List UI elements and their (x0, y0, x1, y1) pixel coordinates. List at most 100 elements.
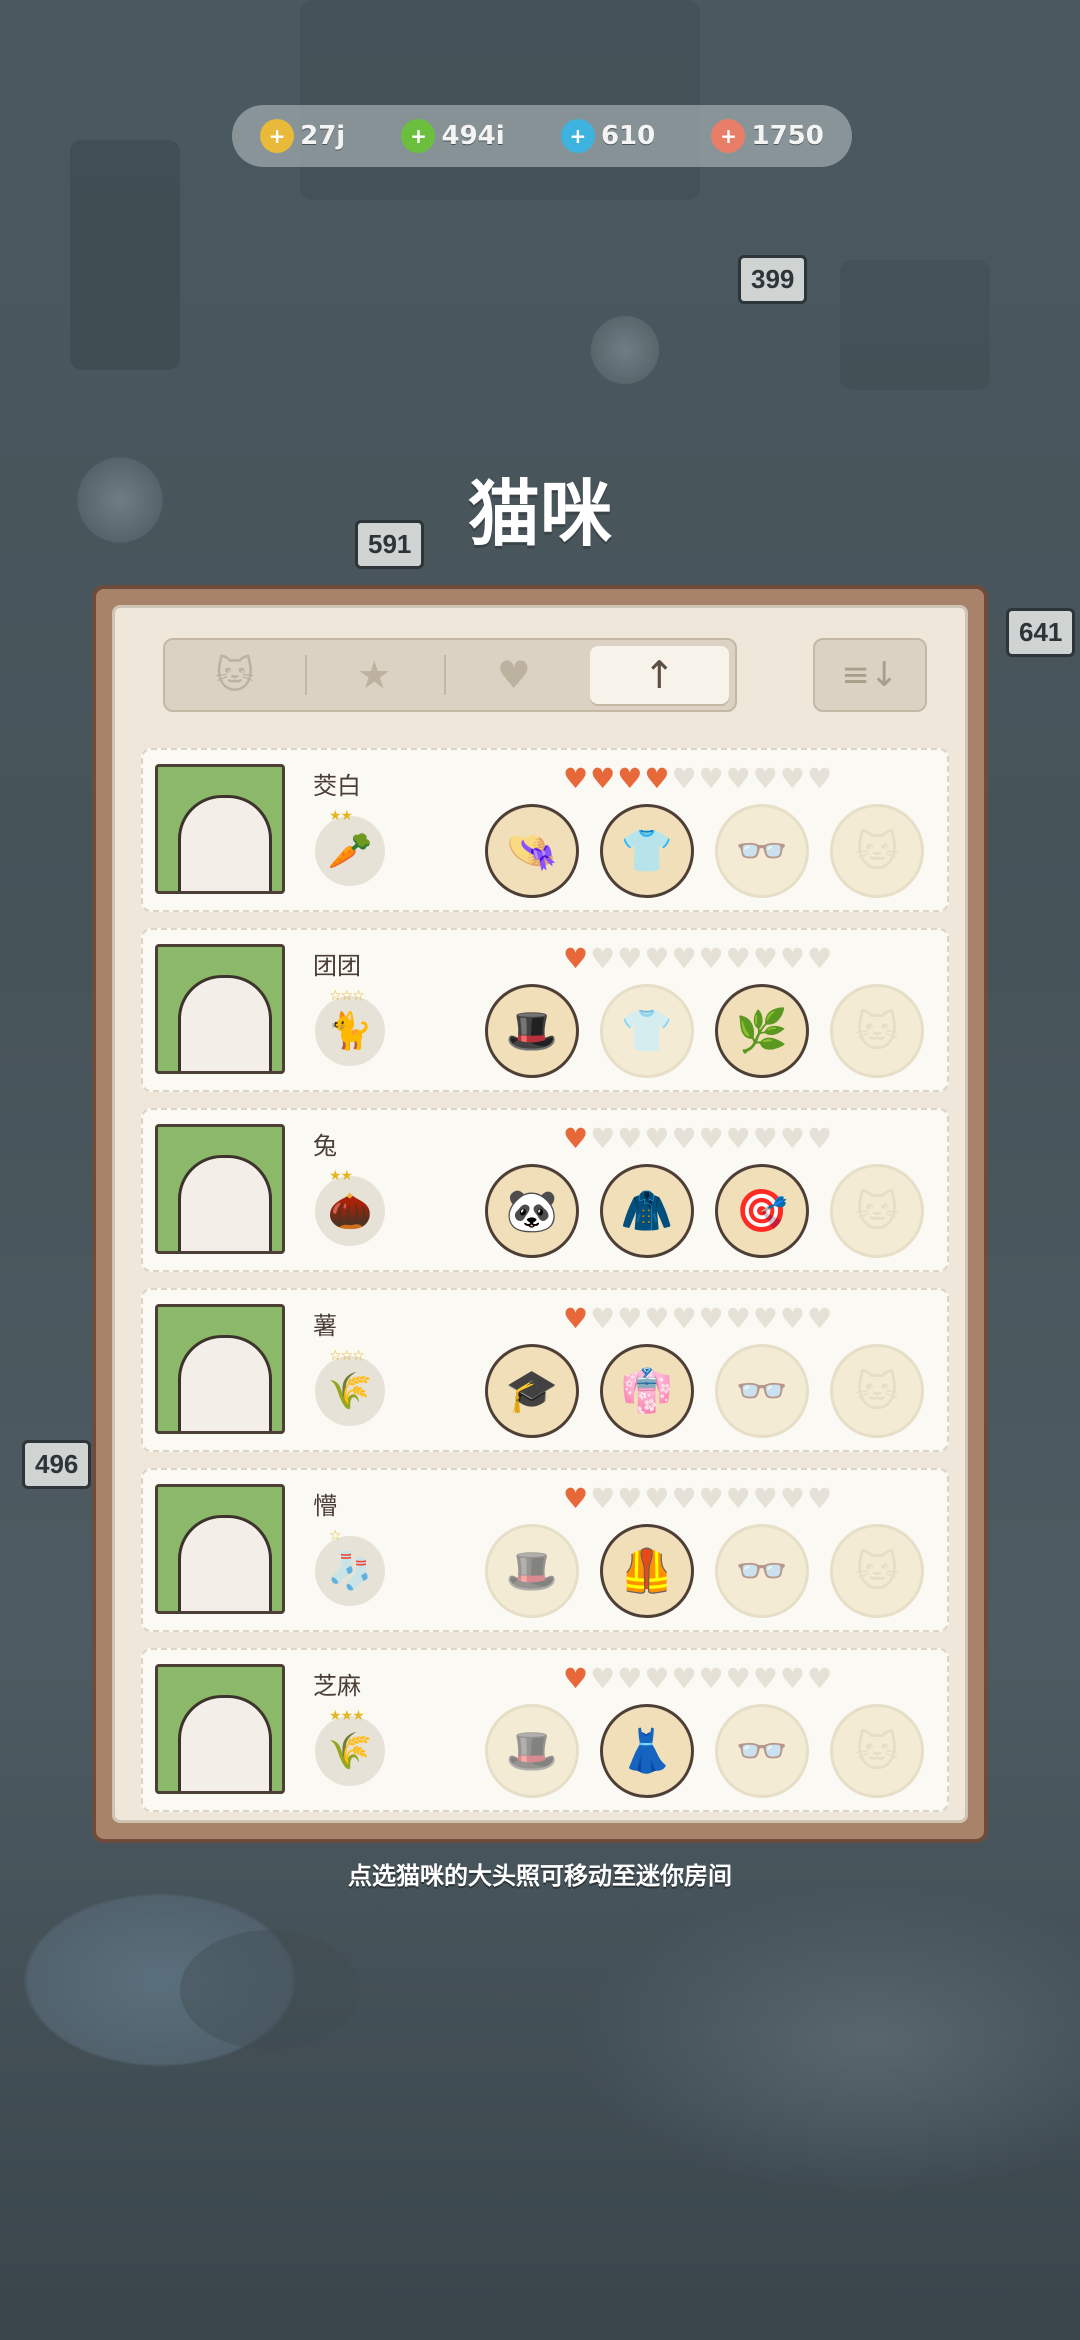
heart-icon: ♥ (671, 762, 697, 795)
background-sign: 496 (22, 1440, 92, 1489)
badge-stars: ☆ (329, 1528, 342, 1544)
heart-icon: ♥ (752, 1302, 778, 1335)
outfit-slot[interactable]: 🐱 (830, 1524, 924, 1618)
heart-icon: ♥ (563, 1302, 589, 1335)
favorite-food-badge: ★★ 🥕 (315, 808, 385, 886)
heart-icon: ♥ (779, 1302, 805, 1335)
currency-lightning[interactable]: +494i (401, 119, 505, 153)
currency-diamond[interactable]: +610 (560, 119, 655, 153)
cat-name: 薯 (313, 1312, 337, 1340)
cat-avatar[interactable] (155, 764, 285, 894)
affection-hearts: ♥ ♥ ♥ ♥ ♥ ♥ ♥ ♥ ♥ ♥ (563, 1122, 832, 1156)
outfit-slot[interactable]: 🧥 (600, 1164, 694, 1258)
pond-decoration (180, 1930, 360, 2050)
cat-row: 茭白 ★★ 🥕 ♥ ♥ ♥ ♥ ♥ ♥ ♥ ♥ ♥ ♥ 👒 👕 👓 🐱 (141, 748, 949, 912)
favorite-food-badge: ☆ 🧦 (315, 1528, 385, 1606)
heart-icon: ♥ (644, 1122, 670, 1155)
affection-hearts: ♥ ♥ ♥ ♥ ♥ ♥ ♥ ♥ ♥ ♥ (563, 762, 832, 796)
cat-avatar[interactable] (155, 1664, 285, 1794)
heart-icon: ♥ (644, 1662, 670, 1695)
outfit-slot[interactable]: 🌿 (715, 984, 809, 1078)
currency-coin[interactable]: +27j (260, 119, 345, 153)
cat-avatar[interactable] (155, 1124, 285, 1254)
heart-icon: ♥ (698, 942, 724, 975)
heart-icon: ♥ (563, 762, 589, 795)
heart-icon: ♥ (590, 762, 616, 795)
sort-icon: ≡↓ (841, 655, 899, 695)
heart-icon: ♥ (590, 942, 616, 975)
outfit-slot[interactable]: 🐼 (485, 1164, 579, 1258)
tab-star[interactable]: ★ (304, 640, 445, 710)
outfit-slot[interactable]: 🎩 (485, 984, 579, 1078)
outfit-slot[interactable]: 🐱 (830, 804, 924, 898)
sort-button[interactable]: ≡↓ (813, 638, 927, 712)
heart-icon: ♥ (563, 1662, 589, 1695)
food-icon: 🥕 (327, 831, 373, 872)
outfit-slot[interactable]: 👕 (600, 804, 694, 898)
heart-icon: ♥ (590, 1122, 616, 1155)
heart-icon: ♥ (590, 1482, 616, 1515)
cat-portrait (178, 975, 272, 1071)
outfit-slot[interactable]: 👓 (715, 1524, 809, 1618)
cat-avatar[interactable] (155, 1304, 285, 1434)
food-icon: 🌰 (327, 1191, 373, 1232)
outfit-slot[interactable]: 👘 (600, 1344, 694, 1438)
cat-avatar[interactable] (155, 1484, 285, 1614)
heart-icon: ♥ (496, 653, 531, 697)
outfit-slots: 👒 👕 👓 🐱 (485, 804, 924, 898)
outfit-slot[interactable]: 👗 (600, 1704, 694, 1798)
outfit-slot[interactable]: 👕 (600, 984, 694, 1078)
heart-icon: ♥ (698, 762, 724, 795)
outfit-slot[interactable]: 🎩 (485, 1524, 579, 1618)
outfit-slot[interactable]: 🐱 (830, 1704, 924, 1798)
heart-icon: ♥ (644, 1482, 670, 1515)
barrel-decoration (70, 140, 180, 370)
outfit-slot[interactable]: 🦺 (600, 1524, 694, 1618)
heart-icon: ♥ (752, 1122, 778, 1155)
page-title: 猫咪 (467, 472, 612, 556)
favorite-food-badge: ☆☆☆ 🐈 (315, 988, 385, 1066)
outfit-slot[interactable]: 🐱 (830, 1164, 924, 1258)
heart-icon: ♥ (698, 1302, 724, 1335)
favorite-food-badge: ★★ 🌰 (315, 1168, 385, 1246)
cat-avatar[interactable] (155, 944, 285, 1074)
outfit-slot[interactable]: 🎩 (485, 1704, 579, 1798)
outfit-slot[interactable]: 👓 (715, 1344, 809, 1438)
heart-icon: ♥ (779, 1482, 805, 1515)
currency-value: 494i (441, 121, 505, 151)
food-icon: 🌾 (327, 1731, 373, 1772)
food-icon: 🧦 (327, 1551, 373, 1592)
tab-heart[interactable]: ♥ (444, 640, 584, 710)
cat-list: 茭白 ★★ 🥕 ♥ ♥ ♥ ♥ ♥ ♥ ♥ ♥ ♥ ♥ 👒 👕 👓 🐱 团团 ☆☆☆ 🐈 ♥ ♥ ♥ ♥ ♥ ♥ ♥ ♥ ♥ ♥ 🎩 👕 🌿 🐱 兔… (141, 748, 949, 1828)
heart-icon: ♥ (698, 1122, 724, 1155)
affection-hearts: ♥ ♥ ♥ ♥ ♥ ♥ ♥ ♥ ♥ ♥ (563, 942, 832, 976)
outfit-slot[interactable]: 🐱 (830, 984, 924, 1078)
cat-name: 芝麻 (313, 1672, 361, 1700)
heart-icon: ♥ (752, 1662, 778, 1695)
heart-icon: ♥ (725, 1302, 751, 1335)
cat-panel-inner: 🐱 ★ ♥ ↑ ≡↓ 茭白 ★★ 🥕 ♥ ♥ ♥ ♥ ♥ ♥ ♥ ♥ ♥ ♥ 👒 👕 👓 🐱 团团 ☆☆☆ 🐈 ♥ ♥ ♥ ♥ ♥ ♥ ♥… (112, 605, 968, 1823)
outfit-slots: 🐼 🧥 🎯 🐱 (485, 1164, 924, 1258)
outfit-slot[interactable]: 👒 (485, 804, 579, 898)
outfit-slot[interactable]: 🎯 (715, 1164, 809, 1258)
heart-icon: ♥ (752, 942, 778, 975)
heart-icon: ♥ (617, 1122, 643, 1155)
tab-arrow-up[interactable]: ↑ (589, 646, 729, 704)
affection-hearts: ♥ ♥ ♥ ♥ ♥ ♥ ♥ ♥ ♥ ♥ (563, 1482, 832, 1516)
outfit-slot[interactable]: 👓 (715, 1704, 809, 1798)
favorite-food-badge: ☆☆☆ 🌾 (315, 1348, 385, 1426)
outfit-slot[interactable]: 👓 (715, 804, 809, 898)
heart-icon: ♥ (644, 1302, 670, 1335)
heart-icon: ♥ (590, 1662, 616, 1695)
pot-decoration (840, 260, 990, 390)
outfit-slot[interactable]: 🐱 (830, 1344, 924, 1438)
currency-cookie[interactable]: +1750 (711, 119, 824, 153)
heart-icon: ♥ (671, 1662, 697, 1695)
heart-icon: ♥ (806, 762, 833, 795)
currency-bar: +27j +494i +610 +1750 (232, 105, 852, 167)
heart-icon: ♥ (779, 1122, 805, 1155)
outfit-slot[interactable]: 🎓 (485, 1344, 579, 1438)
cat-portrait (178, 1155, 272, 1251)
heart-icon: ♥ (671, 942, 697, 975)
tab-cat-face[interactable]: 🐱 (165, 640, 305, 710)
